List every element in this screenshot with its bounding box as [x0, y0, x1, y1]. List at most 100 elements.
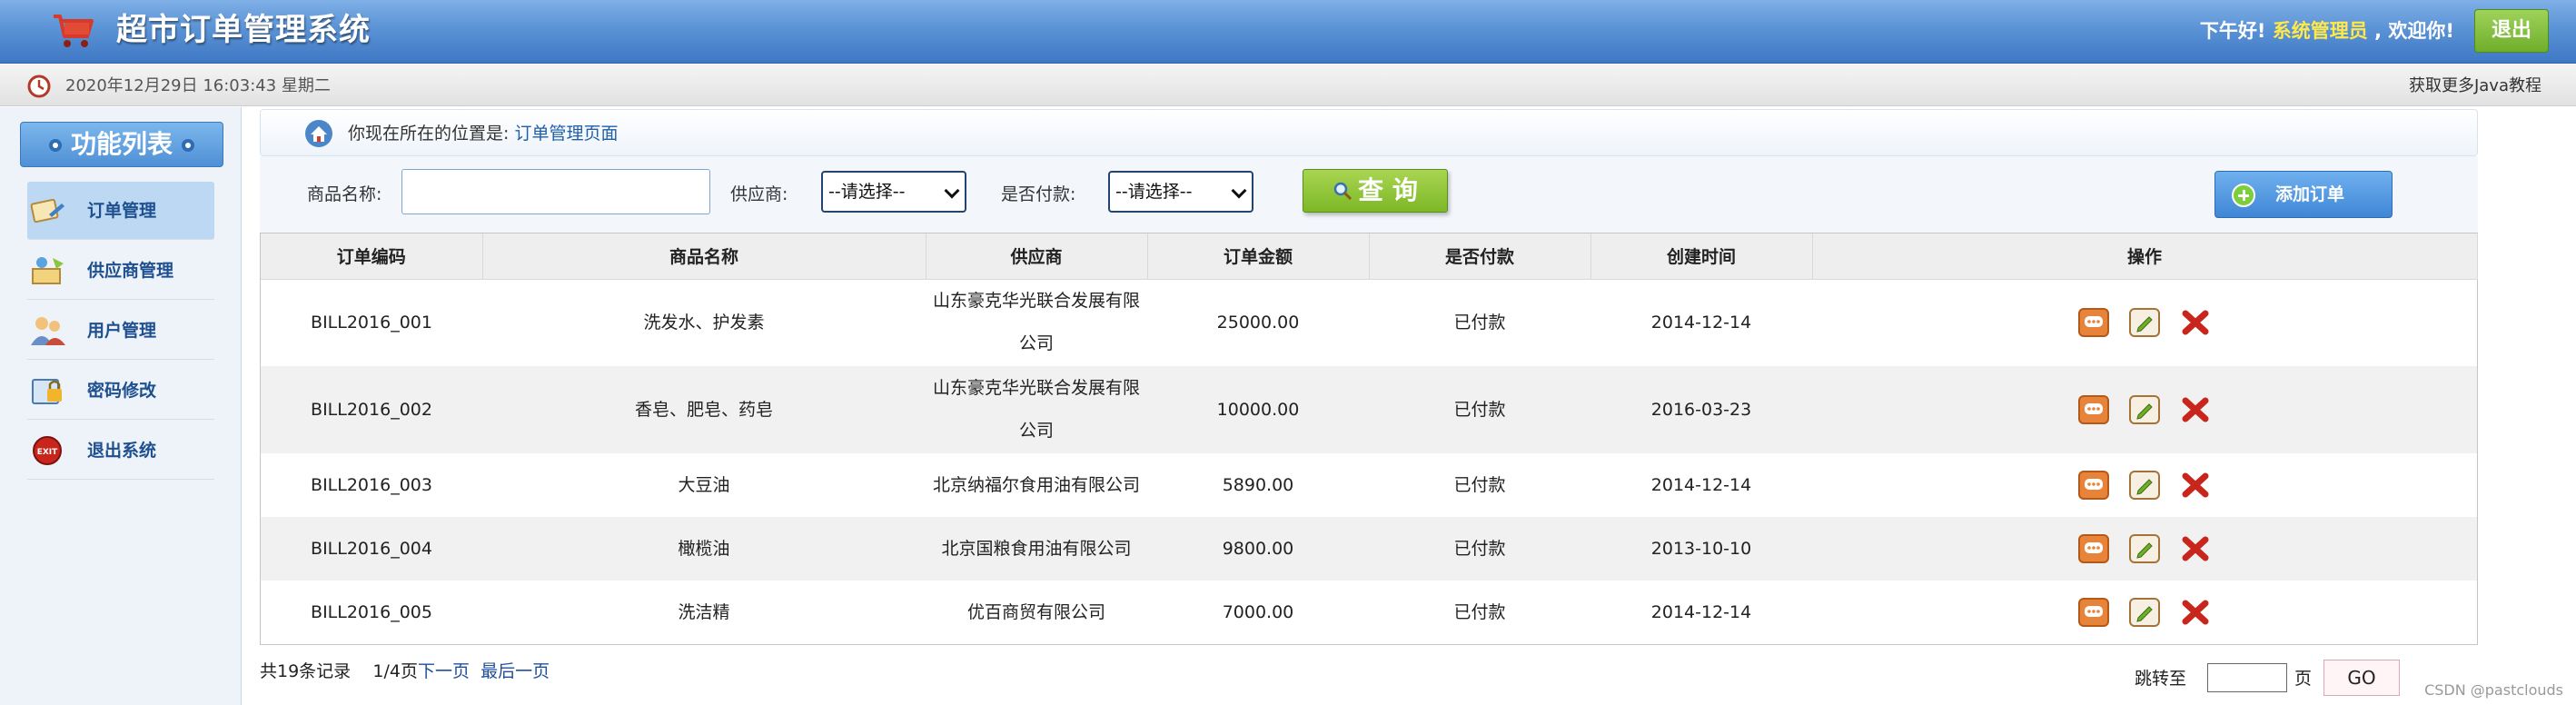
column-header: 创建时间: [1590, 233, 1813, 280]
provider-select-value: --请选择--: [828, 182, 906, 202]
paid-status: 已付款: [1453, 312, 1506, 333]
sidebar-item-password[interactable]: 密码修改: [27, 362, 214, 420]
order-amount: 10000.00: [1147, 366, 1369, 453]
provider-name-line: 公司: [1018, 421, 1054, 441]
pagination-info: 共19条记录 1/4页下一页 最后一页: [260, 660, 550, 683]
order-code: BILL2016_003: [311, 474, 432, 495]
provider-name-line: 北京国粮食用油有限公司: [941, 538, 1132, 559]
plus-icon: [2232, 184, 2255, 207]
paid-status: 已付款: [1369, 517, 1590, 581]
next-page-link[interactable]: 下一页: [418, 661, 470, 681]
paid-status: 已付款: [1453, 474, 1506, 495]
greeting-prefix: 下午好!: [2199, 20, 2266, 42]
bullet-icon: [48, 139, 62, 152]
add-order-button[interactable]: 添加订单: [2214, 171, 2393, 218]
view-icon[interactable]: [2077, 471, 2109, 500]
logout-button[interactable]: 退出: [2474, 9, 2549, 53]
view-icon[interactable]: [2077, 534, 2109, 563]
table-row: BILL2016_005 洗洁精 优百商贸有限公司 7000.00 已付款 20…: [261, 581, 2477, 644]
bullet-icon: [182, 139, 194, 152]
provider-name-line: 山东豪克华光联合发展有限: [932, 291, 1140, 312]
users-icon: [31, 317, 65, 345]
sidebar-item-label: 密码修改: [87, 381, 157, 401]
column-header: 操作: [1812, 233, 2478, 280]
go-button[interactable]: GO: [2323, 660, 2400, 696]
query-button-label: 查 询: [1358, 175, 1418, 205]
delete-icon[interactable]: [2180, 534, 2211, 563]
jump-page-input[interactable]: [2207, 663, 2287, 692]
delete-icon[interactable]: [2180, 471, 2211, 500]
paid-status-label: 是否付款:: [1001, 184, 1076, 204]
sidebar-item-exit[interactable]: EXIT 退出系统: [27, 422, 214, 480]
paid-status-select[interactable]: --请选择--: [1108, 171, 1253, 213]
edit-icon[interactable]: [2129, 308, 2160, 338]
page-indicator: 1/4页: [372, 661, 418, 681]
order-code: BILL2016_005: [311, 601, 432, 622]
password-icon: [32, 379, 62, 404]
orders-table: 订单编码 商品名称 供应商 订单金额 是否付款 创建时间 操作 BILL2016…: [260, 233, 2478, 645]
sidebar-title-label: 功能列表: [70, 129, 173, 159]
order-amount: 9800.00: [1147, 517, 1369, 581]
order-amount: 7000.00: [1222, 601, 1294, 622]
view-icon[interactable]: [2077, 308, 2109, 338]
table-header-row: 订单编码 商品名称 供应商 订单金额 是否付款 创建时间 操作: [261, 233, 2478, 280]
provider-name-line: 公司: [1018, 333, 1054, 354]
column-header: 订单金额: [1147, 233, 1370, 280]
last-page-link[interactable]: 最后一页: [481, 661, 550, 681]
chevron-down-icon: [1231, 183, 1247, 199]
paid-status: 已付款: [1453, 601, 1506, 622]
greeting: 下午好! 系统管理员 , 欢迎你!: [2200, 16, 2454, 45]
paid-status-select-value: --请选择--: [1115, 182, 1193, 202]
product-name: 洗洁精: [678, 601, 730, 622]
provider-select[interactable]: --请选择--: [821, 171, 966, 213]
edit-icon[interactable]: [2129, 471, 2160, 500]
created-date: 2014-12-14: [1650, 474, 1752, 495]
product-name-input[interactable]: [401, 169, 710, 214]
product-name-label: 商品名称:: [307, 184, 382, 204]
edit-icon[interactable]: [2129, 395, 2160, 424]
table-row: BILL2016_001 洗发水、护发素 山东豪克华光联合发展有限 公司 250…: [261, 279, 2477, 366]
sidebar-item-providers[interactable]: 供应商管理: [27, 242, 214, 300]
order-code: BILL2016_004: [261, 517, 482, 581]
sidebar: 功能列表 订单管理 供应商管理 用户管理 密码修改 EXIT 退出系统: [0, 107, 242, 705]
java-tutorial-link[interactable]: 获取更多Java教程: [2409, 75, 2541, 97]
edit-icon[interactable]: [2129, 598, 2160, 627]
sidebar-item-orders[interactable]: 订单管理: [27, 182, 214, 240]
product-name: 洗发水、护发素: [643, 312, 765, 333]
search-form: 商品名称: 供应商: --请选择-- 是否付款: --请选择-- 查 询 添加订…: [260, 156, 2478, 233]
edit-icon[interactable]: [2129, 534, 2160, 563]
jump-to-label: 跳转至: [2135, 669, 2187, 689]
current-datetime: 2020年12月29日 16:03:43 星期二: [65, 76, 331, 95]
sidebar-item-users[interactable]: 用户管理: [27, 302, 214, 360]
sidebar-item-label: 退出系统: [87, 441, 157, 461]
column-header: 是否付款: [1369, 233, 1591, 280]
total-records: 共19条记录: [260, 661, 352, 681]
sidebar-item-label: 订单管理: [87, 201, 157, 221]
order-code: BILL2016_001: [311, 312, 432, 333]
sidebar-item-label: 用户管理: [87, 321, 157, 341]
app-header: 超市订单管理系统 下午好! 系统管理员 , 欢迎你! 退出: [0, 0, 2576, 64]
provider-name-line: 北京纳福尔食用油有限公司: [932, 474, 1140, 495]
view-icon[interactable]: [2077, 598, 2109, 627]
product-name: 橄榄油: [482, 517, 926, 581]
created-date: 2016-03-23: [1590, 366, 1812, 453]
exit-icon: EXIT: [33, 436, 62, 465]
sidebar-item-label: 供应商管理: [87, 261, 174, 281]
provider-name: 山东豪克华光联合发展有限 公司: [926, 366, 1147, 453]
view-icon[interactable]: [2077, 395, 2109, 424]
paid-status: 已付款: [1369, 366, 1590, 453]
watermark: CSDN @pastclouds: [2424, 681, 2563, 699]
created-date: 2013-10-10: [1590, 517, 1812, 581]
created-date: 2014-12-14: [1650, 601, 1752, 622]
query-button[interactable]: 查 询: [1303, 169, 1448, 213]
delete-icon[interactable]: [2180, 598, 2211, 627]
delete-icon[interactable]: [2180, 395, 2211, 424]
breadcrumb-current[interactable]: 订单管理页面: [514, 124, 618, 144]
greeting-suffix: , 欢迎你!: [2374, 20, 2454, 42]
breadcrumb-text: 你现在所在的位置是: 订单管理页面: [348, 121, 618, 146]
delete-icon[interactable]: [2180, 308, 2211, 337]
info-bar: 2020年12月29日 16:03:43 星期二 获取更多Java教程: [0, 65, 2576, 106]
provider-name: 山东豪克华光联合发展有限 公司: [926, 279, 1147, 366]
provider-name: 北京纳福尔食用油有限公司: [926, 453, 1147, 517]
sidebar-title: 功能列表: [20, 122, 223, 167]
